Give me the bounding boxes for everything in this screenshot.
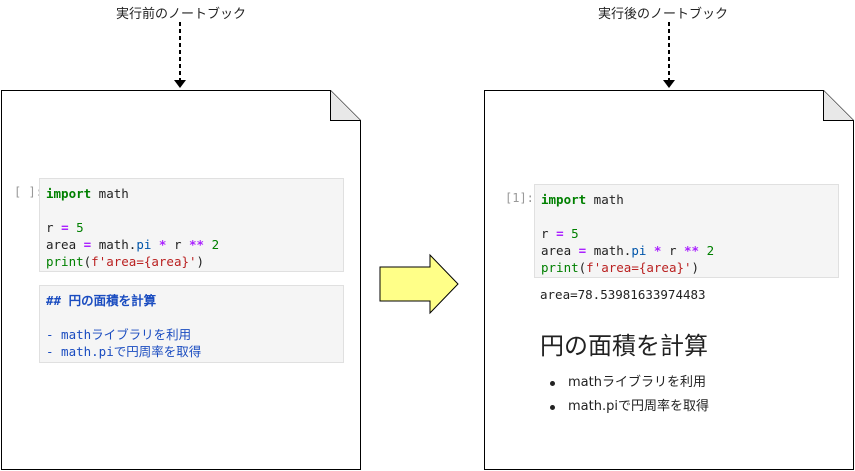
code-line: import math — [46, 185, 337, 202]
builtin-print: print — [541, 260, 579, 275]
operator-pow: ** — [189, 237, 205, 252]
code-line: print(f'area={area}') — [46, 253, 337, 270]
var-r-ref: r — [166, 237, 190, 252]
var-r-ref: r — [661, 243, 685, 258]
attr-pi: pi — [631, 243, 647, 258]
before-markdown-cell[interactable]: ## 円の面積を計算 - mathライブラリを利用 - math.piで円周率を… — [39, 285, 344, 363]
math-prefix: math. — [586, 243, 632, 258]
list-item: math.piで円周率を取得 — [538, 395, 709, 419]
builtin-print: print — [46, 254, 84, 269]
number-literal: 2 — [204, 237, 220, 252]
operator-assign: = — [61, 220, 69, 235]
code-line: area = math.pi * r ** 2 — [46, 236, 337, 253]
execution-arrow — [379, 253, 459, 315]
attr-pi: pi — [136, 237, 152, 252]
before-code-cell[interactable]: import math r = 5 area = math.pi * r ** … — [39, 178, 344, 272]
paren-close: ) — [196, 254, 205, 269]
before-down-arrow — [174, 22, 186, 88]
module-name: math — [586, 192, 624, 207]
operator-mul: * — [151, 237, 167, 252]
number-literal: 2 — [699, 243, 715, 258]
var-r: r — [541, 226, 557, 241]
keyword-import: import — [541, 192, 587, 207]
var-r: r — [46, 220, 62, 235]
module-name: math — [91, 186, 129, 201]
number-literal: 5 — [563, 226, 579, 241]
var-area: area — [541, 243, 579, 258]
list-item: mathライブラリを利用 — [538, 371, 709, 395]
string-literal: f'area={area}' — [586, 260, 692, 275]
code-line: area = math.pi * r ** 2 — [541, 242, 832, 259]
cell-output: area=78.53981633974483 — [540, 287, 706, 302]
rendered-markdown-list: mathライブラリを利用 math.piで円周率を取得 — [538, 371, 709, 419]
number-literal: 5 — [68, 220, 84, 235]
rendered-markdown-heading: 円の面積を計算 — [540, 332, 708, 360]
code-line: r = 5 — [541, 225, 832, 242]
paren-close: ) — [691, 260, 700, 275]
math-prefix: math. — [91, 237, 137, 252]
markdown-heading-source: ## 円の面積を計算 — [46, 293, 157, 308]
keyword-import: import — [46, 186, 92, 201]
operator-pow: ** — [684, 243, 700, 258]
code-line: print(f'area={area}') — [541, 259, 832, 276]
after-down-arrow — [663, 22, 675, 88]
markdown-item-source: - math.piで円周率を取得 — [46, 344, 202, 359]
markdown-item-source: - mathライブラリを利用 — [46, 327, 192, 342]
var-area: area — [46, 237, 84, 252]
code-line: r = 5 — [46, 219, 337, 236]
operator-mul: * — [646, 243, 662, 258]
after-cell-prompt: [1]: — [505, 191, 534, 205]
operator-assign: = — [556, 226, 564, 241]
code-line: import math — [541, 191, 832, 208]
after-code-cell[interactable]: import math r = 5 area = math.pi * r ** … — [534, 184, 839, 278]
string-literal: f'area={area}' — [91, 254, 197, 269]
